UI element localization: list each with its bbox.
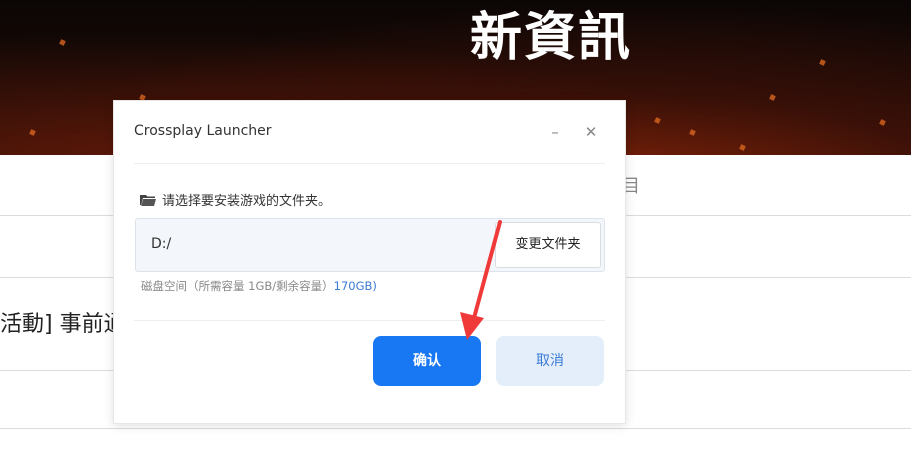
ember-decoration <box>59 39 66 46</box>
folder-icon <box>140 194 156 206</box>
ember-decoration <box>819 59 826 66</box>
ember-decoration <box>879 119 886 126</box>
disk-space-required: 磁盘空间（所需容量 1GB/剩余容量） <box>141 279 334 293</box>
minimize-icon[interactable]: – <box>544 121 566 143</box>
ember-decoration <box>29 129 36 136</box>
confirm-button[interactable]: 确认 <box>373 336 481 386</box>
disk-space-info: 磁盘空间（所需容量 1GB/剩余容量）170GB) <box>141 278 377 294</box>
footer-divider <box>134 320 605 321</box>
ember-decoration <box>739 144 746 151</box>
ember-decoration <box>654 117 661 124</box>
prompt-text: 请选择要安装游戏的文件夹。 <box>162 194 332 209</box>
cancel-button[interactable]: 取消 <box>496 336 604 386</box>
install-path-value: D:/ <box>151 236 172 252</box>
page-title: 新資訊 <box>470 8 633 68</box>
dialog-title: Crossplay Launcher <box>134 123 272 139</box>
ember-decoration <box>769 94 776 101</box>
install-path-field[interactable]: D:/ 变更文件夹 <box>135 218 605 272</box>
close-icon[interactable]: ✕ <box>580 121 602 143</box>
change-folder-button[interactable]: 变更文件夹 <box>495 222 601 268</box>
header-divider <box>134 163 605 164</box>
row-divider <box>0 428 911 429</box>
install-folder-dialog: Crossplay Launcher – ✕ 请选择要安装游戏的文件夹。 D:/… <box>113 100 626 424</box>
news-item-title[interactable]: 活動] 事前通 <box>0 308 126 342</box>
folder-prompt: 请选择要安装游戏的文件夹。 <box>140 190 331 209</box>
ember-decoration <box>689 129 696 136</box>
disk-space-free: 170GB) <box>333 279 377 293</box>
